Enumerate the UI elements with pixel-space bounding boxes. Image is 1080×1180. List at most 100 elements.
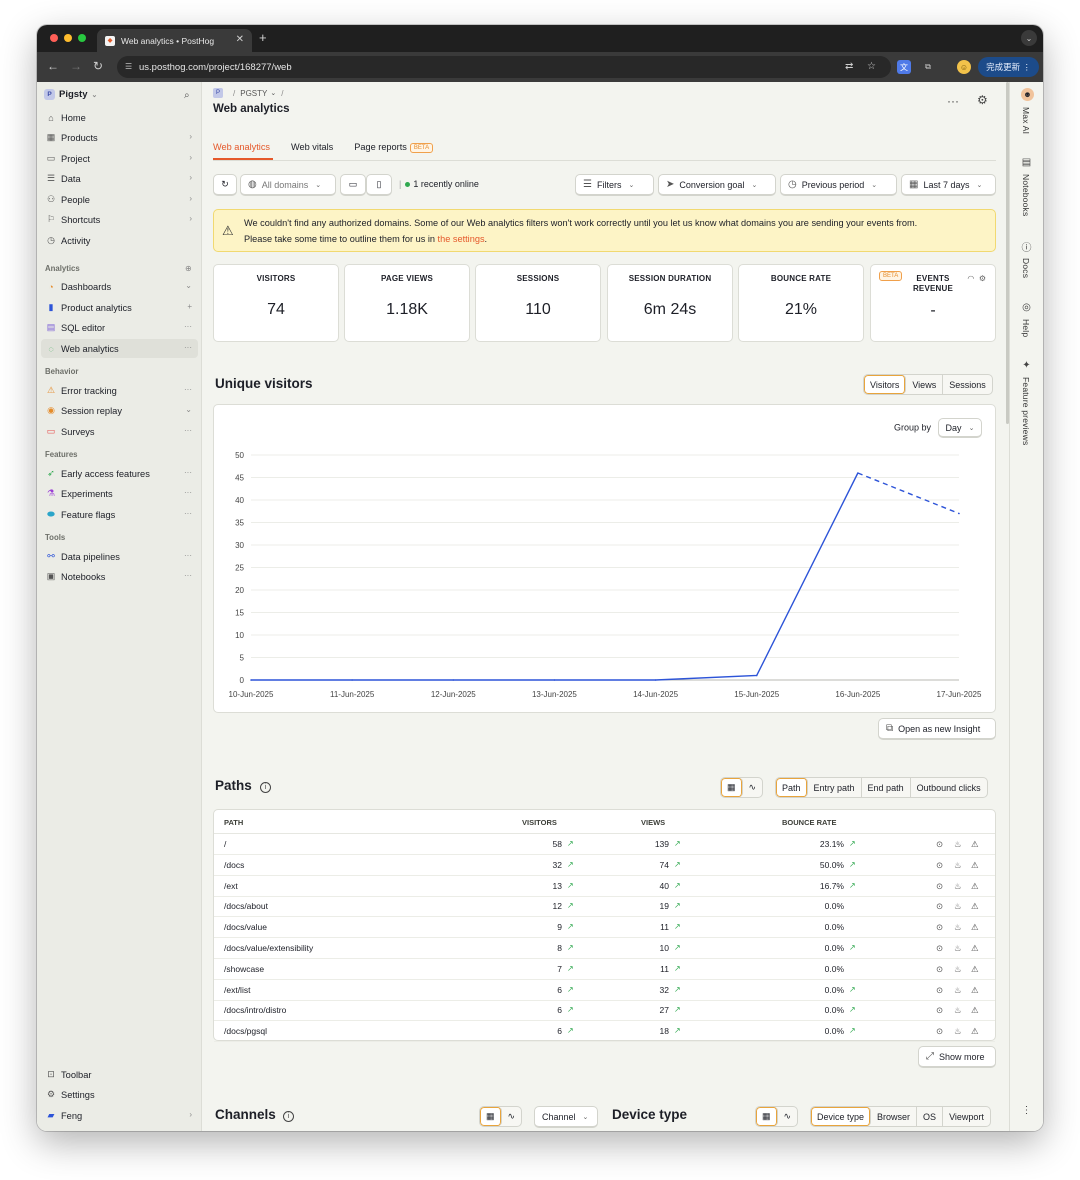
heatmap-icon[interactable]: ♨ xyxy=(954,1026,962,1037)
stat-sessions[interactable]: SESSIONS 110 xyxy=(475,264,601,342)
toggle-path[interactable]: Path xyxy=(776,778,808,797)
trend-view-icon[interactable]: ∿ xyxy=(502,1107,522,1126)
path-cell[interactable]: /ext xyxy=(224,881,238,891)
tab-page-reports[interactable]: Page reports BETA xyxy=(354,142,434,158)
reload-icon[interactable]: ↻ xyxy=(93,59,103,73)
sidebar-item-experiments[interactable]: ⚗ Experiments ··· xyxy=(41,484,198,503)
table-row[interactable]: /docs/value 9 ↗ 11 ↗ 0.0% ⊙ ♨ ⚠ xyxy=(214,917,995,939)
replay-icon[interactable]: ⊙ xyxy=(936,860,943,871)
warning-icon[interactable]: ⚠ xyxy=(971,922,979,933)
toggle-sessions[interactable]: Sessions xyxy=(943,375,992,394)
search-icon[interactable]: ⌕ xyxy=(184,90,190,101)
reload-button[interactable]: ↻ xyxy=(213,174,237,196)
warning-icon[interactable]: ⚠ xyxy=(971,985,979,996)
site-info-icon[interactable]: ☰ xyxy=(125,62,132,71)
more-vertical-icon[interactable]: ⋮ xyxy=(1020,1104,1033,1117)
table-view-icon[interactable]: ▦ xyxy=(721,778,743,797)
path-cell[interactable]: /docs/about xyxy=(224,901,268,911)
table-row[interactable]: /ext 13 ↗ 40 ↗ 16.7% ↗ ⊙ ♨ ⚠ xyxy=(214,876,995,897)
close-window-button[interactable] xyxy=(50,34,58,42)
table-row[interactable]: /showcase 7 ↗ 11 ↗ 0.0% ⊙ ♨ ⚠ xyxy=(214,959,995,980)
maximize-window-button[interactable] xyxy=(78,34,86,42)
desktop-filter-button[interactable]: ▭ xyxy=(340,174,366,196)
heatmap-icon[interactable]: ♨ xyxy=(954,881,962,892)
more-icon[interactable]: ··· xyxy=(184,571,192,580)
breadcrumb-project[interactable]: PGSTY xyxy=(240,89,267,98)
gear-icon[interactable]: ⚙ xyxy=(977,93,988,107)
browser-update-button[interactable]: 完成更新 ⋮ xyxy=(978,57,1039,77)
side-panel-feature-previews[interactable]: Feature previews xyxy=(1021,377,1031,445)
toggle-entry-path[interactable]: Entry path xyxy=(808,778,862,797)
channel-select[interactable]: Channel ⌄ xyxy=(534,1106,598,1128)
stat-visitors[interactable]: VISITORS 74 xyxy=(213,264,339,342)
heatmap-icon[interactable]: ♨ xyxy=(954,985,962,996)
sidebar-item-dashboards[interactable]: ◔ Dashboards ⌄ xyxy=(41,277,198,296)
toggle-device-type[interactable]: Device type xyxy=(811,1107,872,1126)
sidebar-item-shortcuts[interactable]: ⚐ Shortcuts › xyxy=(41,210,198,229)
table-view-icon[interactable]: ▦ xyxy=(480,1107,502,1126)
bookmark-star-icon[interactable]: ☆ xyxy=(867,61,876,72)
extensions-puzzle-icon[interactable]: ⧉ xyxy=(921,60,935,74)
filters-button[interactable]: ☰ Filters ⌄ xyxy=(575,174,654,196)
info-icon[interactable]: i xyxy=(283,1111,294,1122)
toggle-end-path[interactable]: End path xyxy=(862,778,911,797)
date-range-button[interactable]: ▦ Last 7 days ⌄ xyxy=(901,174,996,196)
warning-icon[interactable]: ⚠ xyxy=(971,943,979,954)
new-tab-icon[interactable]: + xyxy=(259,30,267,45)
sidebar-item-sql-editor[interactable]: ▤ SQL editor ··· xyxy=(41,318,198,337)
table-row[interactable]: /docs/pgsql 6 ↗ 18 ↗ 0.0% ↗ ⊙ ♨ ⚠ xyxy=(214,1021,995,1043)
more-icon[interactable]: ··· xyxy=(184,468,192,477)
add-icon[interactable]: + xyxy=(187,302,192,311)
tab-search-icon[interactable]: ⌄ xyxy=(1021,30,1037,46)
project-switcher[interactable]: P Pigsty ⌄ xyxy=(44,89,97,100)
toggle-viewport[interactable]: Viewport xyxy=(943,1107,990,1126)
add-icon[interactable]: ⊕ xyxy=(185,264,192,273)
table-row[interactable]: / 58 ↗ 139 ↗ 23.1% ↗ ⊙ ♨ ⚠ xyxy=(214,834,995,855)
info-icon[interactable]: i xyxy=(260,782,271,793)
more-icon[interactable]: ··· xyxy=(184,322,192,331)
stat-events-revenue[interactable]: BETA ◠ ⚙ EVENTS REVENUE - xyxy=(870,264,996,342)
table-row[interactable]: /docs/value/extensibility 8 ↗ 10 ↗ 0.0% ↗ ⊙ ♨ ⚠ xyxy=(214,938,995,959)
trend-view-icon[interactable]: ∿ xyxy=(778,1107,798,1126)
side-panel-notebooks[interactable]: Notebooks xyxy=(1021,174,1031,216)
address-bar[interactable]: ☰ us.posthog.com/project/168277/web ⇄ ☆ xyxy=(117,56,891,78)
path-cell[interactable]: /docs/pgsql xyxy=(224,1026,267,1036)
minimize-window-button[interactable] xyxy=(64,34,72,42)
path-cell[interactable]: /docs/value xyxy=(224,922,267,932)
replay-icon[interactable]: ⊙ xyxy=(936,901,943,912)
back-icon[interactable]: ← xyxy=(47,59,59,73)
sidebar-item-product-analytics[interactable]: ▮ Product analytics + xyxy=(41,298,198,317)
stat-page-views[interactable]: PAGE VIEWS 1.18K xyxy=(344,264,470,342)
sidebar-item-early-access[interactable]: ➶ Early access features ··· xyxy=(41,464,198,483)
heatmap-icon[interactable]: ♨ xyxy=(954,839,962,850)
stat-session-duration[interactable]: SESSION DURATION 6m 24s xyxy=(607,264,733,342)
show-more-button[interactable]: ⤢ Show more xyxy=(918,1046,996,1068)
replay-icon[interactable]: ⊙ xyxy=(936,943,943,954)
compare-period-button[interactable]: ◷ Previous period ⌄ xyxy=(780,174,897,196)
toggle-browser[interactable]: Browser xyxy=(871,1107,918,1126)
replay-icon[interactable]: ⊙ xyxy=(936,964,943,975)
sidebar-item-activity[interactable]: ◷ Activity xyxy=(41,231,198,250)
sidebar-item-products[interactable]: ▦ Products › xyxy=(41,128,198,147)
toggle-outbound-clicks[interactable]: Outbound clicks xyxy=(911,778,987,797)
sidebar-item-feature-flags[interactable]: ⬬ Feature flags ··· xyxy=(41,505,198,524)
settings-link[interactable]: the settings xyxy=(438,234,485,244)
heatmap-icon[interactable]: ♨ xyxy=(954,922,962,933)
trend-view-icon[interactable]: ∿ xyxy=(743,778,763,797)
sidebar-item-notebooks[interactable]: ▣ Notebooks ··· xyxy=(41,567,198,586)
more-icon[interactable]: ··· xyxy=(184,385,192,394)
warning-icon[interactable]: ⚠ xyxy=(971,881,979,892)
side-panel-help[interactable]: Help xyxy=(1021,319,1031,337)
more-icon[interactable]: ··· xyxy=(184,509,192,518)
domains-select[interactable]: ◍ All domains ⌄ xyxy=(240,174,336,196)
toggle-views[interactable]: Views xyxy=(906,375,944,394)
forward-icon[interactable]: → xyxy=(70,59,82,73)
replay-icon[interactable]: ⊙ xyxy=(936,922,943,933)
path-cell[interactable]: /docs/value/extensibility xyxy=(224,943,313,953)
table-row[interactable]: /ext/list 6 ↗ 32 ↗ 0.0% ↗ ⊙ ♨ ⚠ xyxy=(214,980,995,1001)
conversion-goal-button[interactable]: ➤ Conversion goal ⌄ xyxy=(658,174,776,196)
browser-tab[interactable]: ◆ Web analytics • PostHog ✕ xyxy=(97,29,252,52)
sidebar-item-toolbar[interactable]: ⊡ Toolbar xyxy=(41,1065,198,1084)
replay-icon[interactable]: ⊙ xyxy=(936,1005,943,1016)
mobile-filter-button[interactable]: ▯ xyxy=(366,174,392,196)
